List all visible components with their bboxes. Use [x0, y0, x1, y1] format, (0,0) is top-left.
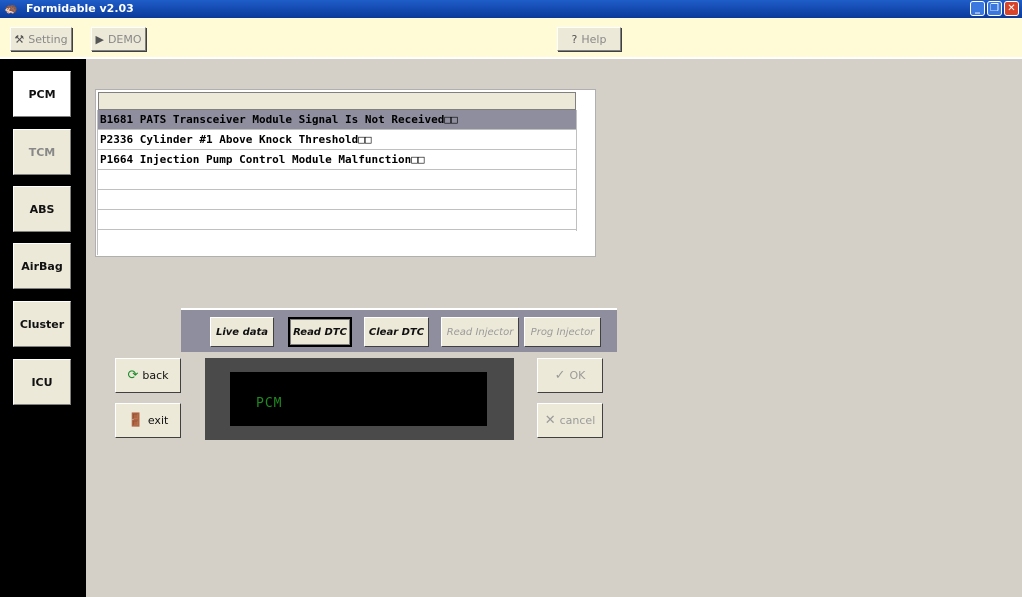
question-icon: ?	[571, 32, 578, 46]
dtc-row[interactable]: P1664 Injection Pump Control Module Malf…	[98, 150, 576, 170]
play-icon: ▶	[95, 32, 104, 46]
module-sidebar: PCM TCM ABS AirBag Cluster ICU	[0, 59, 86, 597]
exit-label: exit	[147, 414, 169, 427]
dtc-row[interactable]	[98, 170, 576, 190]
checkmark-icon: ✓	[554, 368, 566, 383]
function-bar: Live data Read DTC Clear DTC Read Inject…	[181, 308, 617, 352]
maximize-button[interactable]: ❐	[987, 1, 1002, 16]
setting-button[interactable]: ⚒ Setting	[10, 27, 72, 51]
ok-label: OK	[569, 369, 586, 382]
display-screen: PCM	[230, 372, 487, 426]
display-text: PCM	[256, 396, 283, 411]
cancel-label: cancel	[559, 414, 596, 427]
title-bar[interactable]: 🦔 Formidable v2.03 _ ❐ ✕	[0, 0, 1022, 18]
cross-icon: ✕	[544, 413, 556, 428]
minimize-button[interactable]: _	[970, 1, 985, 16]
refresh-icon: ⟳	[127, 368, 139, 383]
dtc-row[interactable]: P2336 Cylinder #1 Above Knock Threshold□…	[98, 130, 576, 150]
app-icon: 🦔	[4, 2, 18, 15]
dtc-list-border	[576, 110, 577, 231]
read-injector-button[interactable]: Read Injector	[441, 317, 519, 347]
module-pcm-button[interactable]: PCM	[13, 71, 71, 117]
module-cluster-button[interactable]: Cluster	[13, 301, 71, 347]
back-button[interactable]: ⟳ back	[115, 358, 181, 393]
dtc-list: B1681 PATS Transceiver Module Signal Is …	[95, 89, 596, 257]
demo-label: DEMO	[107, 32, 142, 46]
close-button[interactable]: ✕	[1004, 1, 1019, 16]
dtc-row[interactable]	[98, 210, 576, 230]
window-title: Formidable v2.03	[26, 2, 134, 15]
module-icu-button[interactable]: ICU	[13, 359, 71, 405]
display-frame: PCM	[205, 358, 514, 440]
live-data-button[interactable]: Live data	[210, 317, 274, 347]
dtc-list-header[interactable]	[98, 92, 576, 110]
dtc-row[interactable]: B1681 PATS Transceiver Module Signal Is …	[98, 110, 576, 130]
read-dtc-button[interactable]: Read DTC	[288, 317, 352, 347]
module-airbag-button[interactable]: AirBag	[13, 243, 71, 289]
toolbar: ⚒ Setting ▶ DEMO ? Help	[0, 18, 1022, 59]
help-label: Help	[581, 32, 607, 46]
exit-button[interactable]: 🚪 exit	[115, 403, 181, 438]
module-abs-button[interactable]: ABS	[13, 186, 71, 232]
ok-button[interactable]: ✓ OK	[537, 358, 603, 393]
cancel-button[interactable]: ✕ cancel	[537, 403, 603, 438]
demo-button[interactable]: ▶ DEMO	[91, 27, 146, 51]
clear-dtc-button[interactable]: Clear DTC	[364, 317, 429, 347]
exit-door-icon: 🚪	[127, 413, 144, 428]
tools-icon: ⚒	[14, 32, 25, 46]
back-label: back	[142, 369, 169, 382]
setting-label: Setting	[28, 32, 68, 46]
help-button[interactable]: ? Help	[557, 27, 621, 51]
dtc-row[interactable]	[98, 190, 576, 210]
prog-injector-button[interactable]: Prog Injector	[524, 317, 601, 347]
module-tcm-button[interactable]: TCM	[13, 129, 71, 175]
